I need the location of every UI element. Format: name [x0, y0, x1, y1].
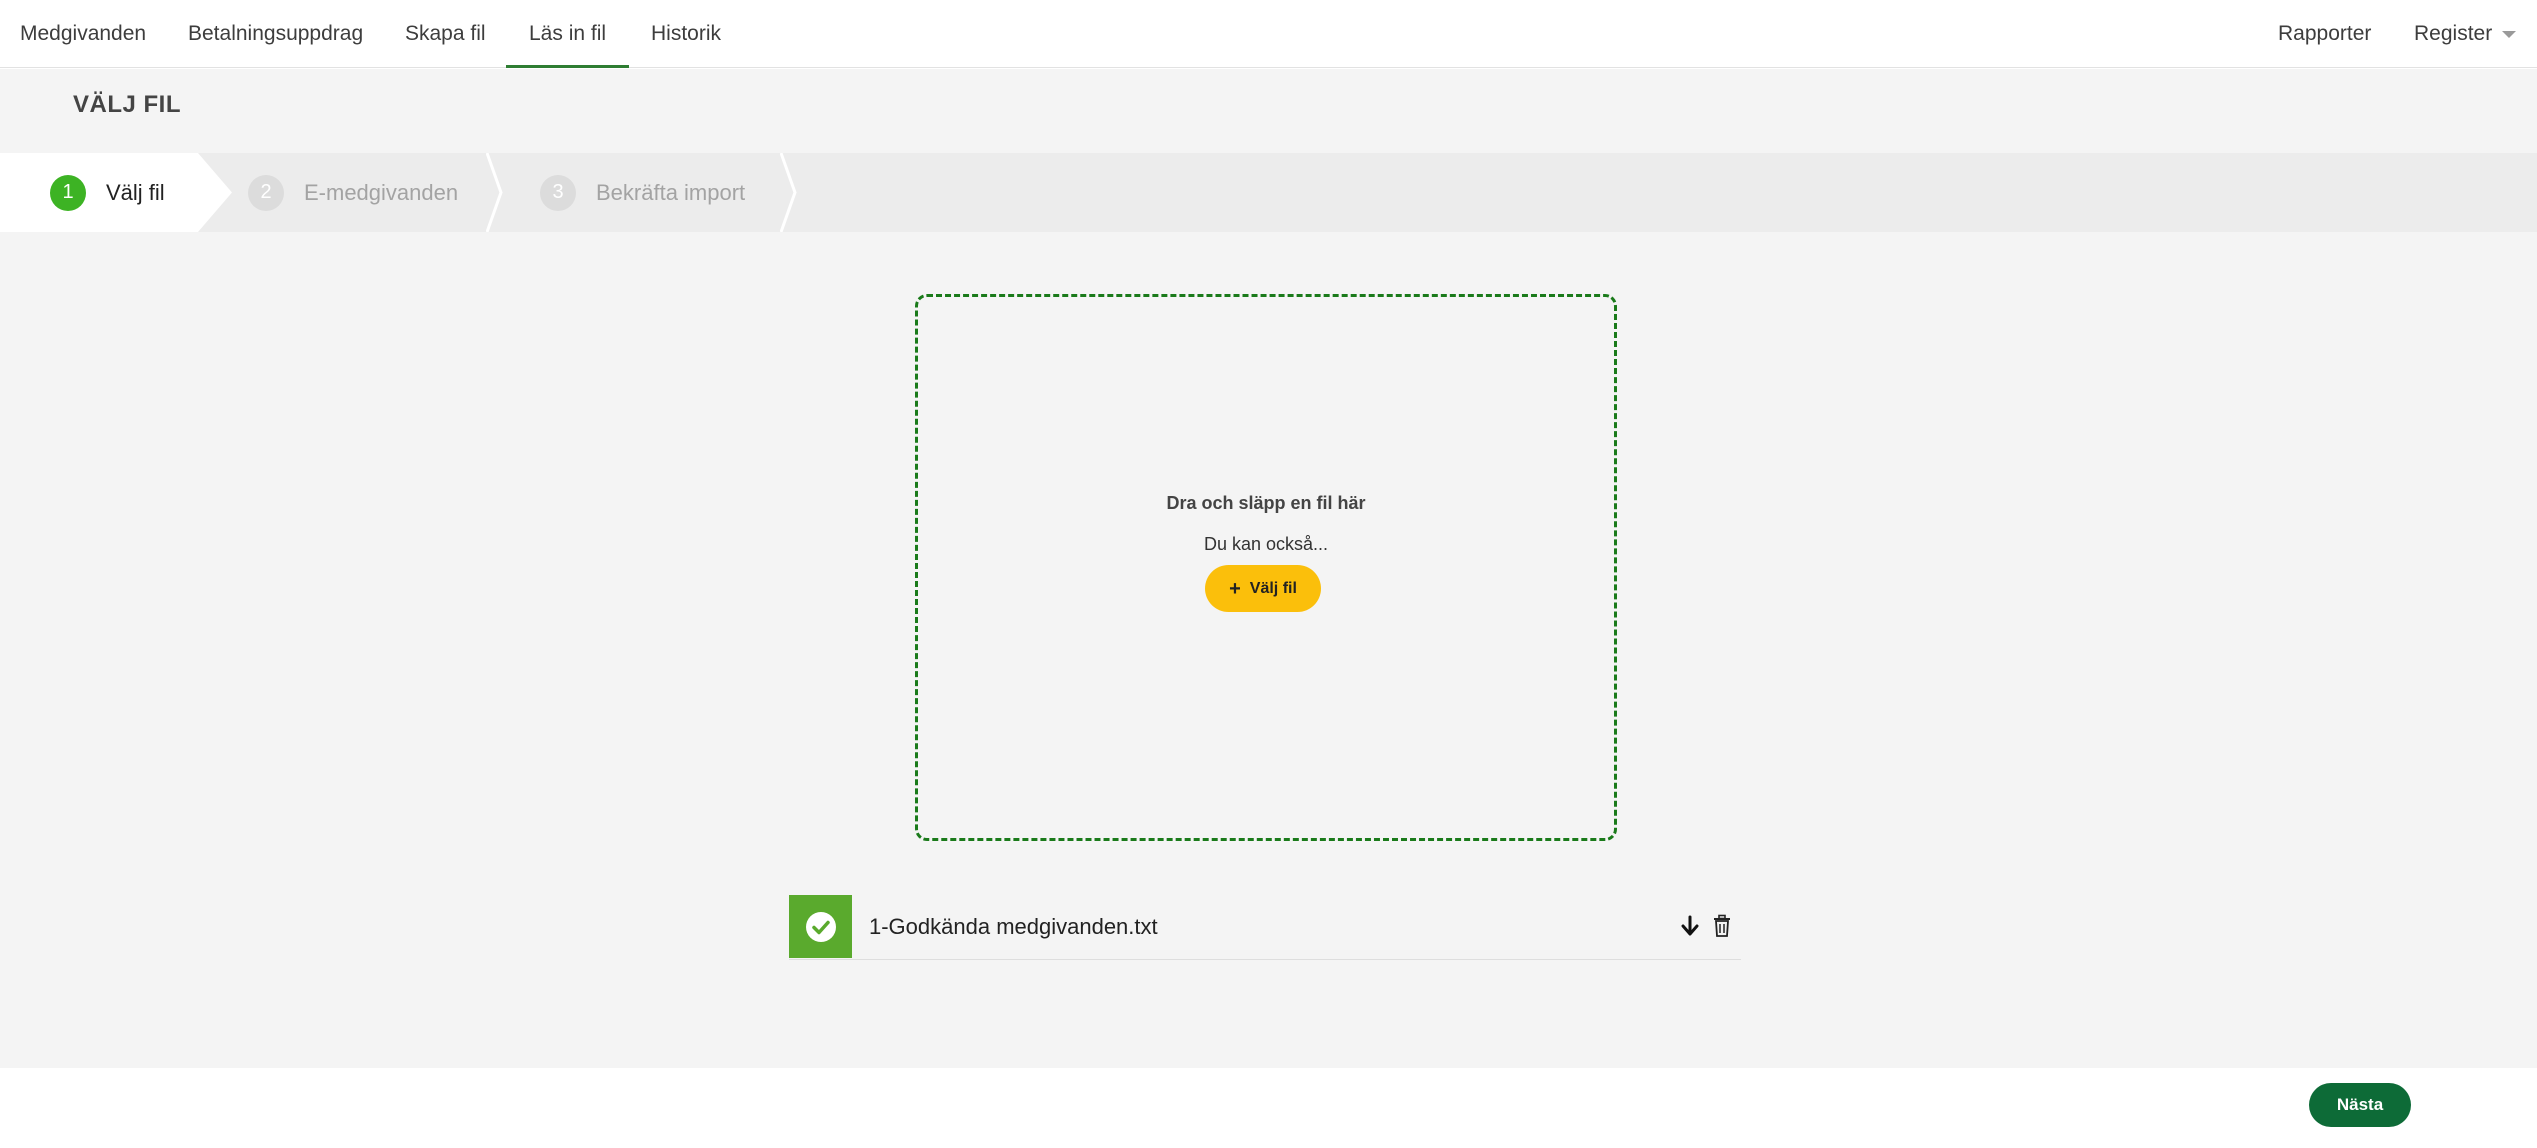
download-icon[interactable] [1677, 913, 1703, 939]
dropzone-subtitle: Du kan också... [1203, 534, 1329, 554]
nav-item-las-in-fil[interactable]: Läs in fil [506, 0, 630, 68]
step-1: 1 Välj fil [50, 153, 165, 232]
step-label: E-medgivanden [304, 179, 459, 205]
nav-item-historik[interactable]: Historik [651, 0, 721, 68]
step-number: 2 [248, 174, 284, 211]
file-name: 1-Godkända medgivanden.txt [869, 914, 1158, 939]
nav-item-betalningsuppdrag[interactable]: Betalningsuppdrag [188, 0, 363, 68]
step-2: 2 E-medgivanden [248, 153, 458, 232]
dropzone-title: Dra och släpp en fil här [1166, 493, 1366, 513]
top-navigation: Medgivanden Betalningsuppdrag Skapa fil … [0, 0, 2537, 68]
page-header: VÄLJ FIL [0, 69, 2537, 153]
choose-file-button[interactable]: + Välj fil [1205, 565, 1321, 612]
nav-item-rapporter[interactable]: Rapporter [2278, 0, 2371, 68]
step-number: 3 [540, 174, 576, 211]
file-dropzone[interactable]: Dra och släpp en fil här Du kan också...… [915, 294, 1617, 841]
page-title: VÄLJ FIL [73, 91, 182, 118]
next-button[interactable]: Nästa [2309, 1083, 2411, 1127]
nav-item-register[interactable]: Register [2414, 0, 2517, 68]
trash-icon[interactable] [1709, 913, 1735, 939]
step-number: 1 [50, 174, 86, 211]
step-separator-3 [780, 153, 797, 232]
check-circle-icon [805, 911, 836, 942]
step-separator-2 [486, 153, 503, 232]
file-list-item: 1-Godkända medgivanden.txt [789, 895, 1741, 960]
step-3: 3 Bekräfta import [540, 153, 745, 232]
plus-icon: + [1229, 577, 1241, 600]
chevron-down-icon [2502, 30, 2517, 38]
file-status [789, 895, 852, 958]
stepper: 1 Välj fil 2 E-medgivanden 3 Bekräfta im… [0, 153, 2537, 232]
step-label: Bekräfta import [596, 179, 746, 205]
step-label: Välj fil [106, 179, 165, 205]
nav-item-skapa-fil[interactable]: Skapa fil [405, 0, 486, 68]
footer-bar: Nästa [0, 1068, 2537, 1148]
step-separator-1 [195, 153, 232, 232]
register-label: Register [2414, 22, 2493, 45]
nav-item-medgivanden[interactable]: Medgivanden [20, 0, 146, 68]
main-content: Dra och släpp en fil här Du kan också...… [0, 232, 2537, 1068]
choose-file-label: Välj fil [1249, 579, 1297, 597]
